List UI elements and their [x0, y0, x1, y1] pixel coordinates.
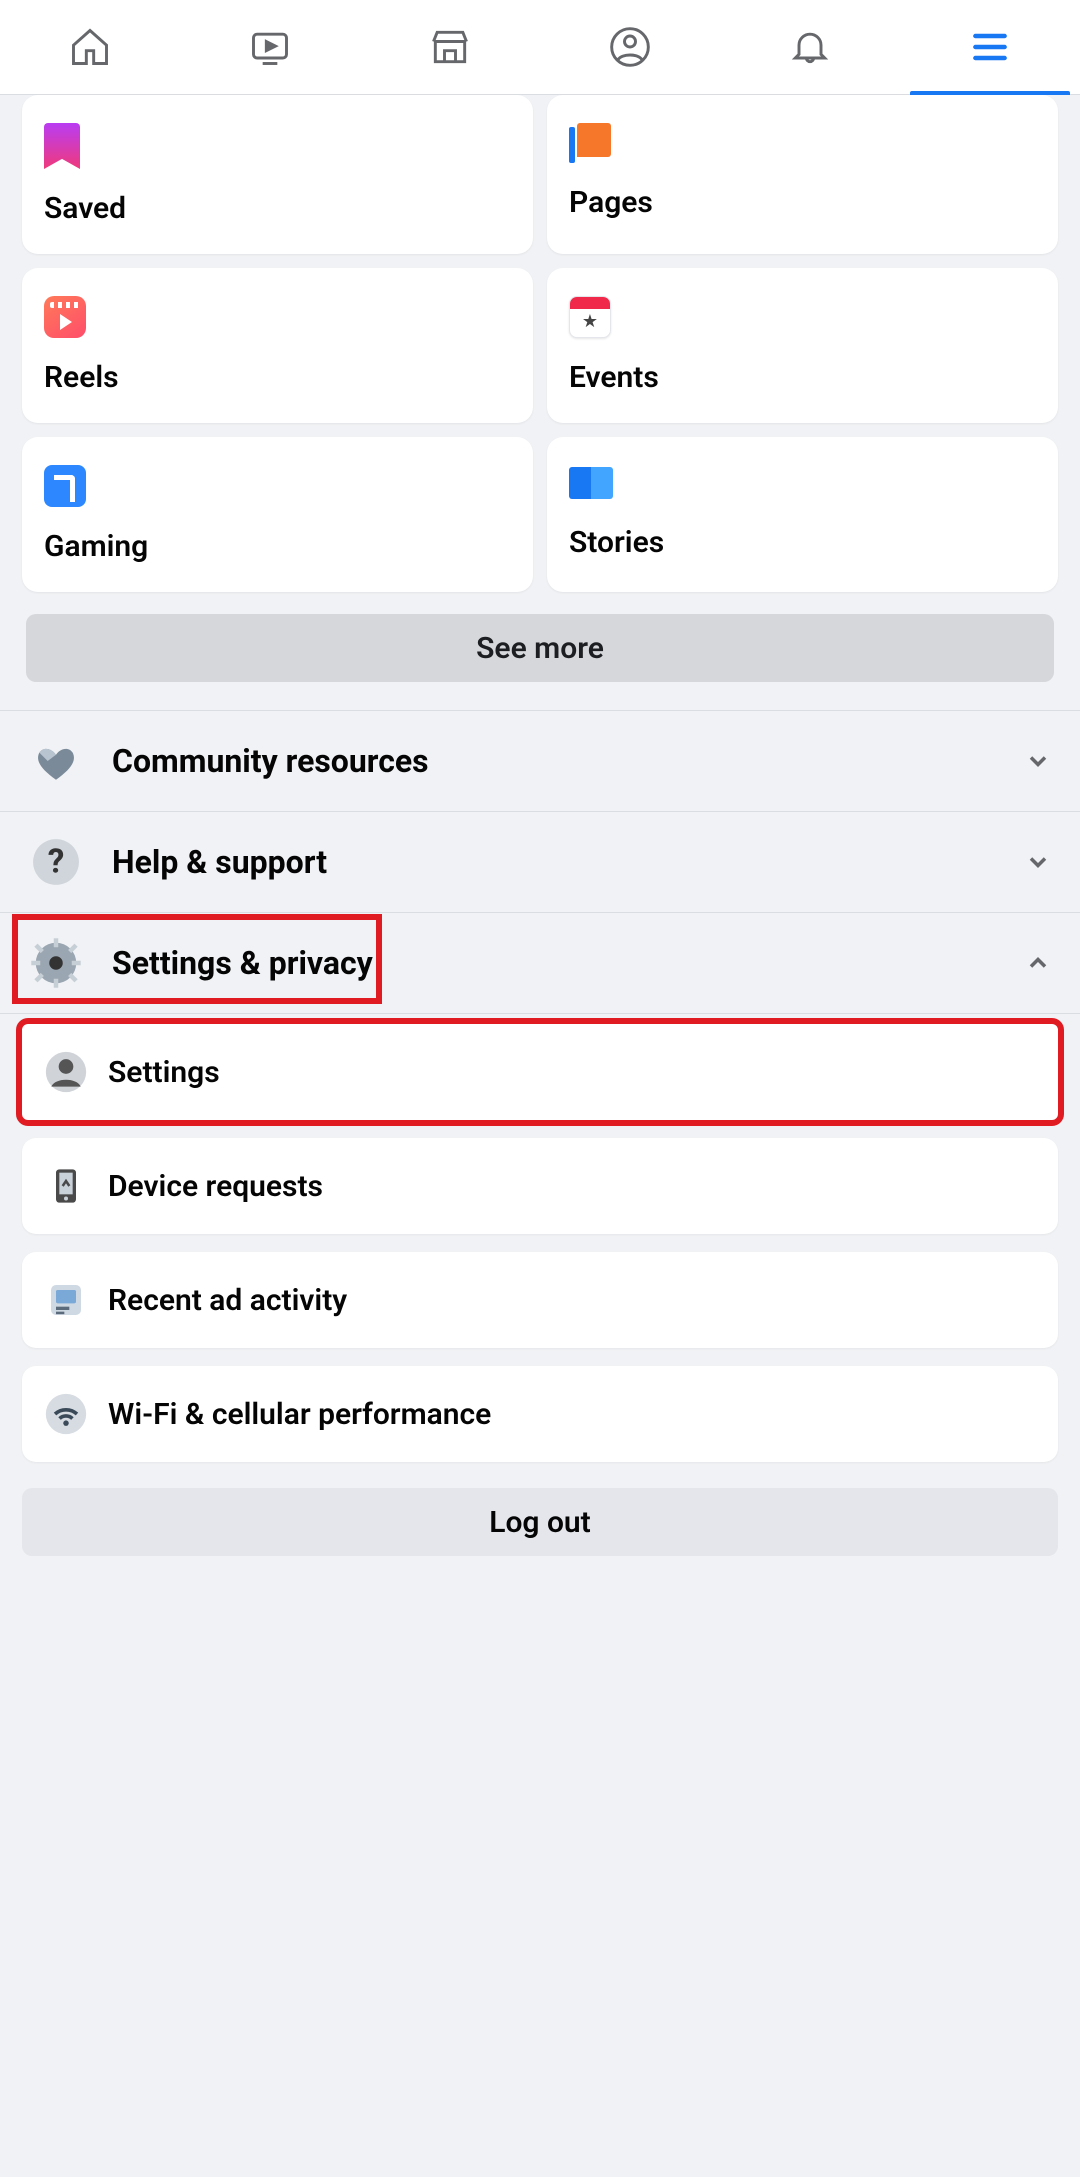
ad-activity-icon [44, 1278, 88, 1322]
section-title: Community resources [112, 742, 996, 780]
bell-icon [788, 25, 832, 69]
handshake-icon [28, 733, 84, 789]
shortcut-label: Events [569, 360, 1036, 395]
see-more-label: See more [476, 631, 604, 666]
settings-profile-icon [44, 1050, 88, 1094]
gaming-icon [44, 465, 86, 507]
section-title: Help & support [112, 843, 996, 881]
saved-icon [44, 123, 80, 169]
menu-icon [968, 25, 1012, 69]
section-settings-privacy[interactable]: Settings & privacy [0, 912, 1080, 1014]
nav-menu[interactable] [900, 0, 1080, 94]
shortcut-label: Pages [569, 185, 1036, 220]
sub-item-label: Recent ad activity [108, 1283, 347, 1318]
sub-item-label: Settings [108, 1055, 220, 1090]
events-icon [569, 296, 611, 338]
sub-item-label: Device requests [108, 1169, 323, 1204]
log-out-button[interactable]: Log out [22, 1488, 1058, 1556]
settings-item-recent-ad-activity[interactable]: Recent ad activity [22, 1252, 1058, 1348]
chevron-up-icon [1024, 949, 1052, 977]
wifi-icon [44, 1392, 88, 1436]
watch-icon [248, 25, 292, 69]
shortcut-label: Saved [44, 191, 511, 226]
shortcut-label: Stories [569, 525, 1036, 560]
section-title: Settings & privacy [112, 944, 996, 982]
help-icon: ? [28, 834, 84, 890]
top-nav [0, 0, 1080, 95]
sub-item-label: Wi-Fi & cellular performance [108, 1397, 491, 1432]
device-icon [44, 1164, 88, 1208]
section-community-resources[interactable]: Community resources [0, 710, 1080, 811]
nav-watch[interactable] [180, 0, 360, 94]
gear-icon [28, 935, 84, 991]
shortcut-pages[interactable]: Pages [547, 95, 1058, 254]
settings-item-device-requests[interactable]: Device requests [22, 1138, 1058, 1234]
home-icon [68, 25, 112, 69]
chevron-down-icon [1024, 747, 1052, 775]
settings-item-settings[interactable]: Settings [22, 1024, 1058, 1120]
shortcut-saved[interactable]: Saved [22, 95, 533, 254]
shortcut-label: Reels [44, 360, 511, 395]
settings-privacy-subitems: Settings Device requests Recent ad activ… [0, 1014, 1080, 1462]
see-more-button[interactable]: See more [26, 614, 1054, 682]
reels-icon [44, 296, 86, 338]
shortcut-events[interactable]: Events [547, 268, 1058, 423]
shortcut-label: Gaming [44, 529, 511, 564]
shortcut-stories[interactable]: Stories [547, 437, 1058, 592]
shortcut-gaming[interactable]: Gaming [22, 437, 533, 592]
marketplace-icon [428, 25, 472, 69]
section-help-support[interactable]: ? Help & support [0, 811, 1080, 912]
nav-notifications[interactable] [720, 0, 900, 94]
shortcut-reels[interactable]: Reels [22, 268, 533, 423]
settings-item-wifi-cellular[interactable]: Wi-Fi & cellular performance [22, 1366, 1058, 1462]
stories-icon [569, 465, 613, 503]
svg-text:?: ? [48, 842, 65, 881]
log-out-label: Log out [489, 1505, 591, 1540]
shortcut-grid: Saved Pages Reels Events Gaming Stories [0, 95, 1080, 614]
chevron-down-icon [1024, 848, 1052, 876]
pages-icon [569, 123, 613, 163]
profile-icon [608, 25, 652, 69]
nav-profile[interactable] [540, 0, 720, 94]
nav-marketplace[interactable] [360, 0, 540, 94]
nav-home[interactable] [0, 0, 180, 94]
